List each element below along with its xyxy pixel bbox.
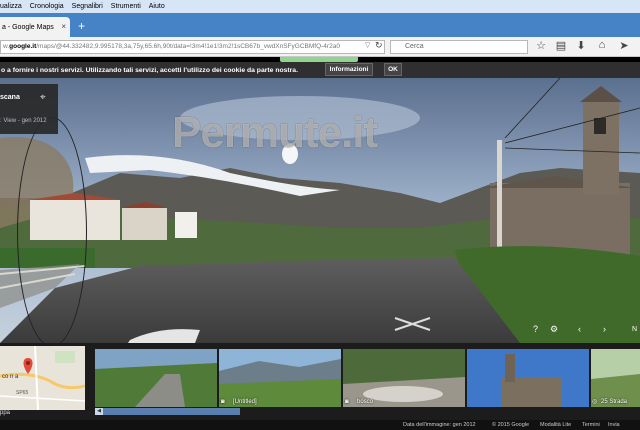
cookie-info-button[interactable]: Informazioni <box>325 63 373 76</box>
location-pin-icon[interactable]: ⌖ <box>40 92 46 103</box>
nav-bar: w.google.it/maps/@44.332482,9.995178,3a,… <box>0 37 640 57</box>
url-bar[interactable]: w.google.it/maps/@44.332482,9.995178,3a,… <box>0 40 385 54</box>
photo-thumbnail[interactable]: ◙ [Untitled] <box>219 349 341 407</box>
mini-map-town-label: co n a <box>2 374 19 380</box>
camera-icon: ◙ <box>221 399 225 405</box>
url-path: /maps/@44.332482,9.995178,3a,75y,65.6h,9… <box>36 43 340 50</box>
thumbnail-caption: 25 Strada <box>601 399 628 405</box>
mini-map[interactable]: co n a SP65 <box>0 346 85 410</box>
new-tab-icon[interactable]: + <box>75 20 88 33</box>
menu-history[interactable]: Cronologia <box>30 3 64 10</box>
mini-map-caption: ppa <box>0 410 85 420</box>
menu-bar: ualizza Cronologia Segnalibri Strumenti … <box>0 0 640 13</box>
photo-thumbnail[interactable] <box>95 349 217 407</box>
thumbnail-image <box>95 349 217 407</box>
photo-thumbnail[interactable]: ◙ bosco <box>343 349 465 407</box>
capture-date: : View - gen 2012 <box>0 118 47 124</box>
footer-bar: Data dell'immagine: gen 2012 © 2015 Goog… <box>0 420 640 430</box>
image-date: Data dell'immagine: gen 2012 <box>403 422 476 428</box>
thumbnail-caption: [Untitled] <box>233 399 257 405</box>
tab-strip: a - Google Maps × + <box>0 13 640 37</box>
menu-bookmarks[interactable]: Segnalibri <box>72 3 103 10</box>
mini-map-road-label: SP65 <box>16 390 29 396</box>
home-icon[interactable]: ⌂ <box>595 39 609 51</box>
terms-link[interactable]: Termini <box>582 420 600 430</box>
previous-arrow-icon[interactable]: ‹ <box>578 324 581 336</box>
photo-thumbnail[interactable] <box>467 349 589 407</box>
copyright: © 2015 Google <box>492 422 530 428</box>
bookmark-star-icon[interactable]: ☆ <box>534 39 548 52</box>
camera-icon: ◙ <box>345 399 349 405</box>
menu-help[interactable]: Aiuto <box>149 3 165 10</box>
photosphere-icon: ◎ <box>592 399 598 405</box>
feedback-link[interactable]: Invia feedback <box>608 420 640 430</box>
next-label: N <box>632 326 638 333</box>
cookie-notice: o a fornire i nostri servizi. Utilizzand… <box>0 62 640 78</box>
thumbnail-scrollbar[interactable] <box>95 408 240 415</box>
settings-gear-icon[interactable]: ⚙ <box>550 324 558 336</box>
menu-view[interactable]: ualizza <box>0 3 22 10</box>
thumbnail-image <box>467 349 589 407</box>
tab-google-maps[interactable]: a - Google Maps × <box>0 17 70 37</box>
reload-icon[interactable]: ↻ <box>375 40 383 51</box>
cookie-text: o a fornire i nostri servizi. Utilizzand… <box>1 66 298 74</box>
scroll-left-icon[interactable]: ◀ <box>95 408 103 415</box>
cookie-ok-button[interactable]: OK <box>384 63 402 76</box>
close-tab-icon[interactable]: × <box>61 22 66 31</box>
send-icon[interactable]: ➤ <box>617 39 631 52</box>
url-dropdown-icon[interactable]: ▽ <box>365 41 370 49</box>
lite-mode-link[interactable]: Modalità Lite <box>540 420 571 430</box>
url-host: google.it <box>9 43 37 50</box>
watermark-text: Permute.it <box>172 108 378 157</box>
help-icon[interactable]: ? <box>533 324 538 336</box>
tab-title: a - Google Maps <box>2 23 54 31</box>
menu-tools[interactable]: Strumenti <box>111 3 141 10</box>
thumbnail-caption: bosco <box>357 399 374 405</box>
download-icon[interactable]: ⬇ <box>574 39 588 52</box>
place-name: scana <box>0 94 20 101</box>
clipboard-icon[interactable]: ▤ <box>554 39 568 52</box>
search-input[interactable]: Cerca <box>390 40 528 54</box>
location-info-card[interactable]: scana ⌖ : View - gen 2012 <box>0 84 58 134</box>
annotation-ellipse <box>17 117 87 347</box>
photo-thumbnail[interactable]: ◎ 25 Strada <box>591 349 640 407</box>
next-arrow-icon[interactable]: › <box>603 324 606 336</box>
